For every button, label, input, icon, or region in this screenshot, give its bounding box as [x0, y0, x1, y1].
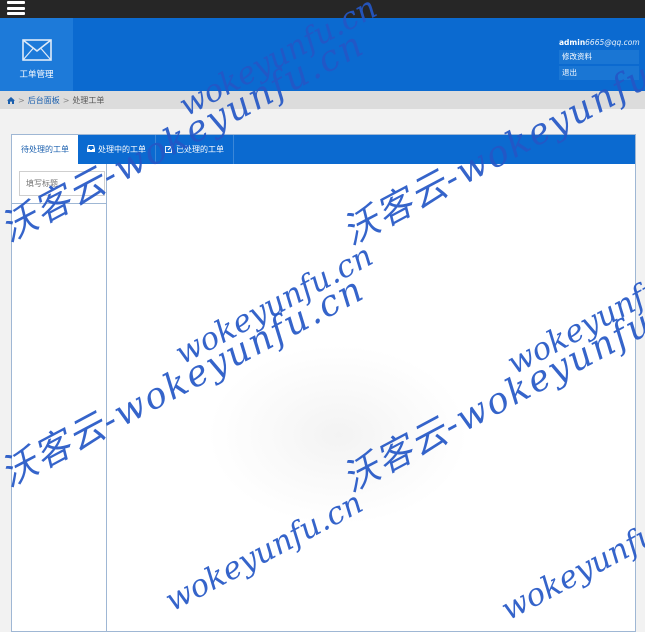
breadcrumb-current: 处理工单 [72, 95, 105, 105]
breadcrumb-dashboard[interactable]: 后台面板 [28, 95, 60, 106]
ticket-panel: 待处理的工单 处理中的工单 已处理的工单 [11, 134, 636, 632]
user-panel: admin6665@qq.com 修改资料 退出 [559, 38, 641, 80]
user-email: 6665@qq.com [585, 38, 640, 47]
logout-button[interactable]: 退出 [559, 66, 639, 80]
search-box [12, 164, 106, 204]
ticket-tabs: 待处理的工单 处理中的工单 已处理的工单 [12, 135, 635, 164]
tab-label: 待处理的工单 [21, 145, 69, 154]
module-ticket-management[interactable]: 工单管理 [0, 18, 73, 91]
tab-pending[interactable]: 待处理的工单 [12, 135, 78, 164]
tab-processed[interactable]: 已处理的工单 [156, 135, 234, 164]
breadcrumb: > 后台面板 > 处理工单 [0, 91, 645, 109]
module-label: 工单管理 [19, 70, 54, 80]
inbox-icon [87, 145, 95, 154]
menu-icon[interactable] [7, 1, 25, 15]
edit-icon [165, 144, 173, 155]
user-name: admin [559, 38, 586, 47]
user-info: admin6665@qq.com [559, 38, 641, 48]
envelope-icon [21, 39, 52, 61]
search-input[interactable] [19, 171, 105, 196]
edit-profile-button[interactable]: 修改资料 [559, 50, 639, 64]
tab-label: 已处理的工单 [176, 145, 224, 154]
breadcrumb-separator: > [18, 95, 25, 105]
home-icon[interactable] [7, 96, 15, 104]
app-header: 工单管理 admin6665@qq.com 修改资料 退出 [0, 18, 645, 91]
tab-in-progress[interactable]: 处理中的工单 [78, 135, 156, 164]
ticket-list-column [12, 164, 107, 632]
breadcrumb-separator: > [62, 95, 70, 105]
ticket-detail-area [108, 164, 635, 631]
tab-label: 处理中的工单 [98, 145, 146, 154]
top-bar [0, 0, 645, 18]
